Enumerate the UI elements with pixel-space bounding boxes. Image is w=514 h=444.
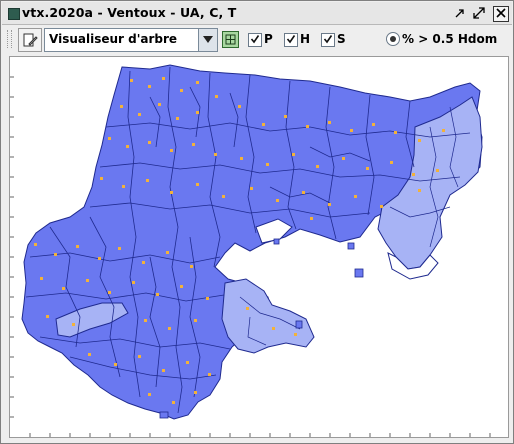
viewer-select-value: Visualiseur d'arbre [49, 32, 178, 46]
toolbar: Visualiseur d'arbre P H S % > 0.5 Hdom [2, 25, 512, 54]
app-window-icon [8, 8, 20, 20]
map-canvas[interactable] [9, 56, 509, 438]
left-ruler-ticks [10, 76, 14, 418]
light-stands-south [221, 278, 315, 354]
title-bar[interactable]: vtx.2020a - Ventoux - UA, C, T [2, 2, 512, 25]
radio-selected-dot [390, 36, 396, 42]
viewer-select[interactable]: Visualiseur d'arbre [44, 28, 218, 52]
stand-map[interactable] [10, 57, 508, 437]
chevron-down-icon[interactable] [198, 29, 217, 51]
toolbar-grip[interactable] [7, 30, 12, 48]
maximize-icon[interactable] [472, 6, 486, 20]
pencil-document-icon[interactable] [18, 28, 42, 52]
app-window: vtx.2020a - Ventoux - UA, C, T Visualise… [0, 0, 514, 444]
checkbox-h-label: H [300, 32, 311, 46]
radio-hdom-label: % > 0.5 Hdom [402, 32, 498, 46]
settings-grid-icon[interactable] [222, 31, 239, 48]
checkbox-s[interactable] [321, 33, 335, 47]
checkbox-s-label: S [337, 32, 346, 46]
radio-hdom[interactable] [386, 32, 400, 46]
bottom-ruler-ticks [29, 433, 491, 437]
minimize-icon[interactable] [453, 6, 467, 20]
close-icon[interactable] [493, 6, 509, 22]
checkbox-h[interactable] [284, 33, 298, 47]
checkbox-p[interactable] [248, 33, 262, 47]
checkbox-p-label: P [264, 32, 273, 46]
window-title: vtx.2020a - Ventoux - UA, C, T [22, 5, 237, 20]
